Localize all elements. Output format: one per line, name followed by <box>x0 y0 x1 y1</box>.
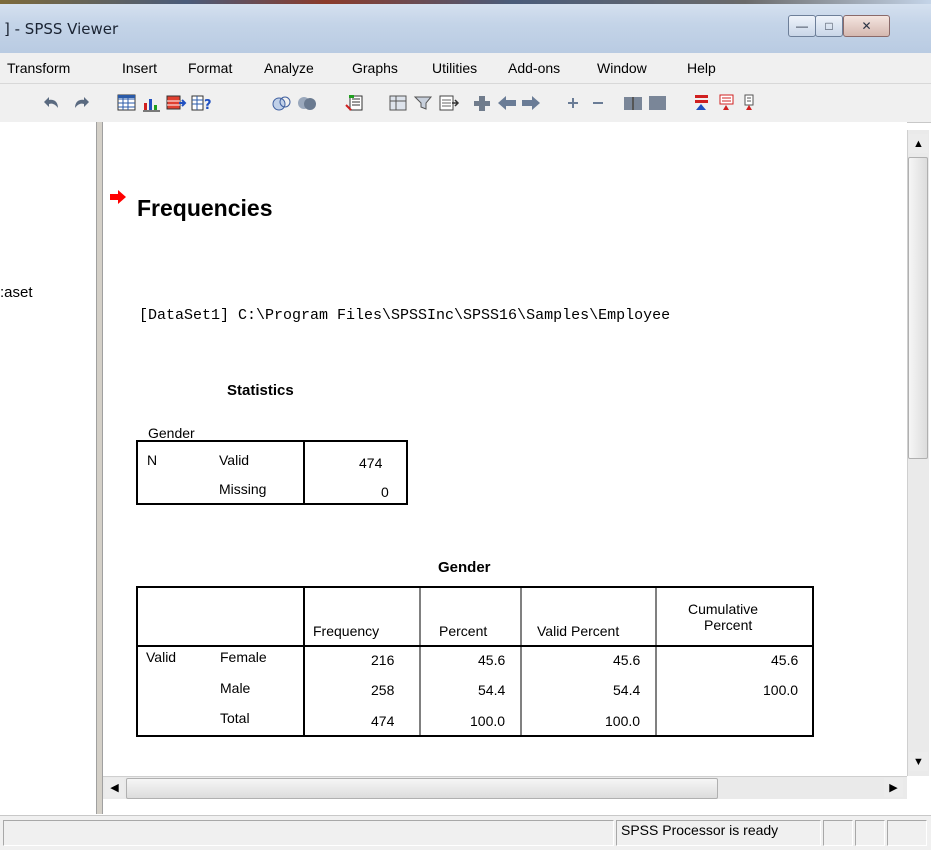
maximize-icon: □ <box>825 19 833 33</box>
menu-window[interactable]: Window <box>597 60 647 76</box>
row-label: Female <box>220 649 267 665</box>
undo-icon[interactable] <box>42 93 64 113</box>
statistics-group-label: N <box>147 452 158 468</box>
insert-title-icon[interactable] <box>716 93 738 113</box>
menu-insert[interactable]: Insert <box>122 60 157 76</box>
cumulative-percent-cell: 45.6 <box>771 652 799 668</box>
close-button[interactable]: ✕ <box>843 15 890 37</box>
collapse-icon[interactable] <box>587 93 609 113</box>
status-panel-extra <box>823 820 853 846</box>
scroll-up-icon[interactable]: ▲ <box>909 134 928 153</box>
gender-table-title: Gender <box>438 559 491 576</box>
insert-output-icon[interactable] <box>438 93 460 113</box>
statistics-value: 0 <box>381 484 389 500</box>
processor-status-text: SPSS Processor is ready <box>621 822 779 838</box>
toolbar: ? <box>0 84 931 123</box>
title-bar-edge <box>0 0 931 4</box>
insert-variable-icon[interactable] <box>165 93 187 113</box>
chart-builder-icon[interactable] <box>141 93 163 113</box>
horizontal-scroll-thumb[interactable] <box>126 778 718 799</box>
status-panel-extra <box>887 820 927 846</box>
statistics-row-label: Valid <box>219 452 250 468</box>
valid-percent-cell: 100.0 <box>605 713 641 729</box>
statistics-variable-label: Gender <box>148 425 195 441</box>
minimize-button[interactable]: — <box>788 15 816 37</box>
status-panel-main <box>3 820 614 846</box>
menu-help[interactable]: Help <box>687 60 716 76</box>
column-header-cumulative: Cumulative <box>688 601 759 617</box>
close-icon: ✕ <box>861 19 872 33</box>
column-header-cumulative-percent: Percent <box>704 617 753 633</box>
status-panel-extra <box>855 820 885 846</box>
designate-window-icon[interactable] <box>344 93 366 113</box>
window-title: ] - SPSS Viewer <box>4 20 119 38</box>
percent-cell: 54.4 <box>478 682 506 698</box>
dataset-path-text[interactable]: [DataSet1] C:\Program Files\SPSSInc\SPSS… <box>139 307 670 324</box>
pane-splitter[interactable] <box>96 122 103 814</box>
variable-info-icon[interactable]: ? <box>190 93 212 113</box>
scroll-left-icon[interactable]: ◀ <box>105 778 124 797</box>
scroll-down-icon[interactable]: ▼ <box>909 752 928 771</box>
statistics-value: 474 <box>359 455 383 471</box>
svg-text:?: ? <box>204 98 212 113</box>
percent-cell: 45.6 <box>478 652 506 668</box>
percent-cell: 100.0 <box>470 713 506 729</box>
column-header-percent: Percent <box>439 623 488 639</box>
current-item-arrow-icon <box>109 189 127 210</box>
menu-bar: Transform Insert Format Analyze Graphs U… <box>0 53 931 84</box>
menu-analyze[interactable]: Analyze <box>264 60 314 76</box>
outline-pane[interactable] <box>0 122 96 814</box>
insert-heading-icon[interactable] <box>691 93 713 113</box>
row-group-label: Valid <box>146 649 177 665</box>
value-labels-icon[interactable] <box>413 93 435 113</box>
frequency-cell: 216 <box>371 652 395 668</box>
show-all-icon[interactable] <box>296 93 318 113</box>
show-icon[interactable] <box>622 93 644 113</box>
row-label: Total <box>220 710 250 726</box>
statistics-table-title: Statistics <box>227 382 294 399</box>
valid-percent-cell: 45.6 <box>613 652 641 668</box>
valid-percent-cell: 54.4 <box>613 682 641 698</box>
cumulative-percent-cell: 100.0 <box>763 682 799 698</box>
column-header-frequency: Frequency <box>313 623 380 639</box>
redo-icon[interactable] <box>69 93 91 113</box>
menu-format[interactable]: Format <box>188 60 232 76</box>
insert-text-icon[interactable] <box>738 93 760 113</box>
menu-utilities[interactable]: Utilities <box>432 60 477 76</box>
row-label: Male <box>220 680 251 696</box>
use-sets-icon[interactable] <box>271 93 293 113</box>
promote-icon[interactable] <box>471 93 493 113</box>
menu-transform[interactable]: Transform <box>7 60 70 76</box>
menu-graphs[interactable]: Graphs <box>352 60 398 76</box>
scroll-right-icon[interactable]: ▶ <box>884 778 903 797</box>
maximize-button[interactable]: □ <box>815 15 843 37</box>
back-arrow-icon[interactable] <box>496 93 518 113</box>
column-header-valid-percent: Valid Percent <box>537 623 620 639</box>
go-to-data-icon[interactable] <box>116 93 138 113</box>
pivot-table-icon[interactable] <box>388 93 410 113</box>
menu-addons[interactable]: Add-ons <box>508 60 560 76</box>
forward-arrow-icon[interactable] <box>520 93 542 113</box>
expand-icon[interactable] <box>562 93 584 113</box>
vertical-scroll-thumb[interactable] <box>908 157 928 459</box>
statistics-table-grid <box>136 440 408 505</box>
statistics-row-label: Missing <box>219 481 267 497</box>
outline-item-dataset[interactable]: :aset <box>0 284 33 301</box>
output-heading[interactable]: Frequencies <box>137 195 273 222</box>
minimize-icon: — <box>796 19 808 33</box>
status-bar <box>0 815 931 850</box>
frequency-cell: 474 <box>371 713 395 729</box>
frequency-cell: 258 <box>371 682 395 698</box>
hide-icon[interactable] <box>647 93 669 113</box>
